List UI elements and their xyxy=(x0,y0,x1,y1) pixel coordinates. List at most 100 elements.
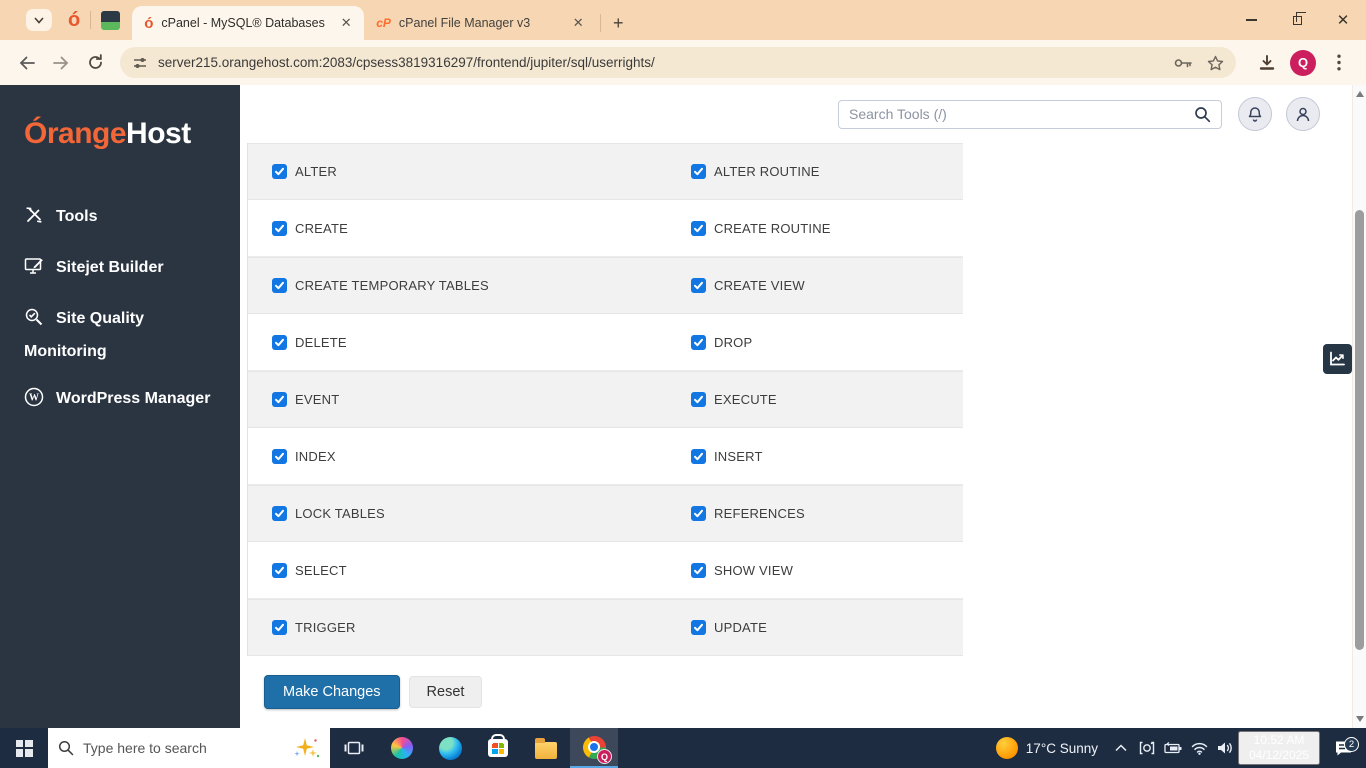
chrome-profile-badge: Q xyxy=(597,749,612,764)
privilege-label[interactable]: CREATE VIEW xyxy=(714,278,805,293)
privilege-label[interactable]: INSERT xyxy=(714,449,763,464)
privilege-checkbox[interactable] xyxy=(691,392,706,407)
task-view-button[interactable] xyxy=(330,728,378,768)
pinned-green-favicon[interactable] xyxy=(101,11,120,30)
privilege-checkbox[interactable] xyxy=(691,563,706,578)
privilege-label[interactable]: REFERENCES xyxy=(714,506,805,521)
url-text[interactable]: server215.orangehost.com:2083/cpsess3819… xyxy=(158,55,1174,70)
downloads-button[interactable] xyxy=(1250,46,1284,80)
notifications-button[interactable] xyxy=(1238,97,1272,131)
privilege-label[interactable]: CREATE ROUTINE xyxy=(714,221,831,236)
privilege-checkbox[interactable] xyxy=(691,164,706,179)
forward-button[interactable] xyxy=(44,46,78,80)
make-changes-button[interactable]: Make Changes xyxy=(264,675,400,709)
privilege-item: UPDATE xyxy=(691,620,963,635)
pinned-orangehost-favicon[interactable]: ó xyxy=(68,10,80,30)
privilege-checkbox[interactable] xyxy=(272,563,287,578)
close-tab-icon[interactable]: ✕ xyxy=(336,13,356,33)
action-center-button[interactable]: 2 xyxy=(1320,740,1366,757)
privilege-label[interactable]: DROP xyxy=(714,335,752,350)
close-window-button[interactable]: ✕ xyxy=(1320,0,1366,40)
privilege-label[interactable]: LOCK TABLES xyxy=(295,506,385,521)
copilot-sparkle-icon xyxy=(290,737,320,759)
taskbar-search-box[interactable] xyxy=(48,728,330,768)
privilege-checkbox[interactable] xyxy=(272,506,287,521)
privilege-label[interactable]: CREATE xyxy=(295,221,348,236)
privilege-checkbox[interactable] xyxy=(691,278,706,293)
privilege-label[interactable]: SELECT xyxy=(295,563,347,578)
volume-button[interactable] xyxy=(1212,741,1238,755)
scrollbar-thumb[interactable] xyxy=(1355,210,1364,650)
profile-avatar[interactable]: Q xyxy=(1290,50,1316,76)
tab-file-manager[interactable]: cP cPanel File Manager v3 ✕ xyxy=(364,6,596,40)
tray-remote-session-button[interactable] xyxy=(1134,741,1160,755)
search-icon[interactable] xyxy=(1194,106,1211,123)
privilege-label[interactable]: ALTER ROUTINE xyxy=(714,164,820,179)
privilege-label[interactable]: EVENT xyxy=(295,392,339,407)
privilege-checkbox[interactable] xyxy=(691,506,706,521)
analytics-widget-button[interactable] xyxy=(1323,344,1352,374)
edge-app-button[interactable] xyxy=(426,728,474,768)
privilege-checkbox[interactable] xyxy=(272,221,287,236)
reload-button[interactable] xyxy=(78,46,112,80)
start-button[interactable] xyxy=(0,728,48,768)
back-button[interactable] xyxy=(10,46,44,80)
bookmark-star-icon[interactable] xyxy=(1207,55,1224,71)
weather-widget[interactable]: 17°C Sunny xyxy=(986,737,1108,759)
privilege-checkbox[interactable] xyxy=(272,620,287,635)
privilege-label[interactable]: ALTER xyxy=(295,164,337,179)
privilege-checkbox[interactable] xyxy=(272,164,287,179)
window-controls: ✕ xyxy=(1228,0,1366,40)
privilege-checkbox[interactable] xyxy=(272,278,287,293)
sidebar-item-sitejet-builder[interactable]: Sitejet Builder xyxy=(0,244,240,295)
site-quality-monitoring-icon xyxy=(24,307,44,337)
privilege-checkbox[interactable] xyxy=(691,335,706,350)
minimize-button[interactable] xyxy=(1228,0,1274,40)
taskbar-search-input[interactable] xyxy=(83,740,281,756)
tab-search-button[interactable] xyxy=(26,9,52,31)
new-tab-button[interactable]: + xyxy=(605,10,631,36)
privilege-label[interactable]: TRIGGER xyxy=(295,620,356,635)
sidebar-item-site-quality-monitoring[interactable]: Site Quality Monitoring xyxy=(0,295,240,375)
privilege-checkbox[interactable] xyxy=(272,449,287,464)
privilege-label[interactable]: UPDATE xyxy=(714,620,767,635)
sidebar-item-wordpress-manager[interactable]: W WordPress Manager xyxy=(0,375,240,426)
privilege-item: CREATE VIEW xyxy=(691,278,963,293)
privilege-item: DELETE xyxy=(272,335,691,350)
scroll-down-arrow-icon[interactable] xyxy=(1356,716,1364,722)
privilege-checkbox[interactable] xyxy=(691,221,706,236)
copilot-app-button[interactable] xyxy=(378,728,426,768)
privilege-checkbox[interactable] xyxy=(272,335,287,350)
address-bar[interactable]: server215.orangehost.com:2083/cpsess3819… xyxy=(120,47,1236,78)
site-info-icon[interactable] xyxy=(132,55,148,71)
restore-button[interactable] xyxy=(1274,0,1320,40)
privilege-checkbox[interactable] xyxy=(691,620,706,635)
chrome-app-button[interactable]: Q xyxy=(570,728,618,768)
password-key-icon[interactable] xyxy=(1174,57,1193,69)
privilege-label[interactable]: CREATE TEMPORARY TABLES xyxy=(295,278,489,293)
tab-mysql-databases[interactable]: ó cPanel - MySQL® Databases ✕ xyxy=(132,6,364,40)
search-tools-input[interactable] xyxy=(849,106,1194,122)
scroll-up-arrow-icon[interactable] xyxy=(1356,91,1364,97)
page-scrollbar[interactable] xyxy=(1352,85,1366,728)
sidebar-item-tools[interactable]: Tools xyxy=(0,193,240,244)
taskbar-clock[interactable]: 10:52 AM 04/12/2025 xyxy=(1238,731,1320,765)
privilege-checkbox[interactable] xyxy=(272,392,287,407)
tray-expand-button[interactable] xyxy=(1108,744,1134,752)
privilege-label[interactable]: EXECUTE xyxy=(714,392,777,407)
checkmark-icon xyxy=(693,451,704,462)
tabstrip-divider xyxy=(600,14,601,32)
network-status-button[interactable] xyxy=(1186,742,1212,755)
battery-status-button[interactable] xyxy=(1160,742,1186,754)
user-account-button[interactable] xyxy=(1286,97,1320,131)
privilege-label[interactable]: DELETE xyxy=(295,335,347,350)
browser-menu-button[interactable] xyxy=(1322,46,1356,80)
file-explorer-button[interactable] xyxy=(522,728,570,768)
privilege-label[interactable]: INDEX xyxy=(295,449,336,464)
reset-button[interactable]: Reset xyxy=(409,676,483,708)
close-tab-icon[interactable]: ✕ xyxy=(568,13,588,33)
checkmark-icon xyxy=(693,166,704,177)
privilege-label[interactable]: SHOW VIEW xyxy=(714,563,793,578)
privilege-checkbox[interactable] xyxy=(691,449,706,464)
microsoft-store-button[interactable] xyxy=(474,728,522,768)
